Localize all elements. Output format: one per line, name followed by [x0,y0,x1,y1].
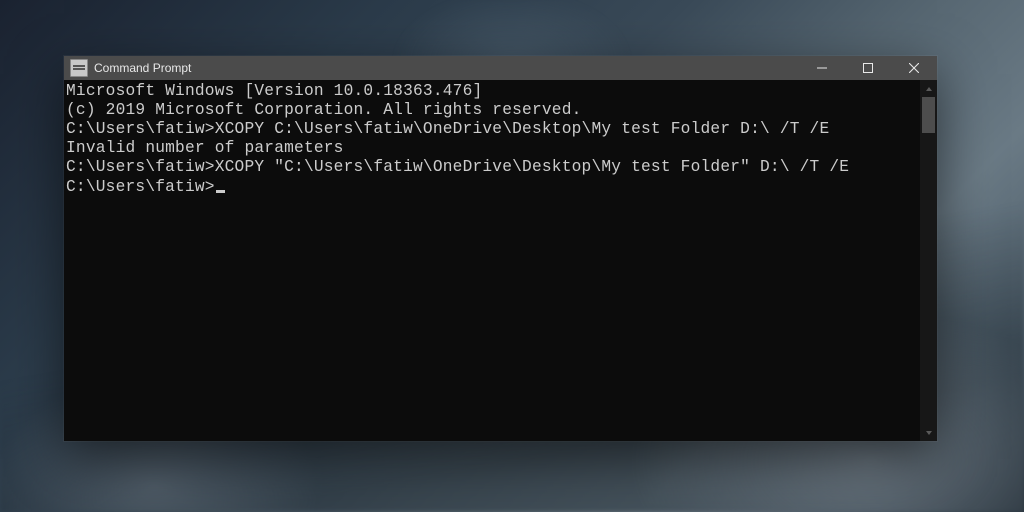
chevron-down-icon [925,429,933,437]
titlebar[interactable]: Command Prompt [64,56,937,80]
command-prompt-window: Command Prompt Microsoft Windows [Versio… [64,56,937,441]
terminal-line: C:\Users\fatiw> [66,178,916,197]
close-button[interactable] [891,56,937,80]
minimize-button[interactable] [799,56,845,80]
close-icon [909,63,919,73]
chevron-up-icon [925,85,933,93]
terminal-line: (c) 2019 Microsoft Corporation. All righ… [66,101,916,120]
scroll-thumb[interactable] [922,97,935,133]
minimize-icon [817,63,827,73]
terminal-line: Invalid number of parameters [66,139,916,158]
terminal-line: Microsoft Windows [Version 10.0.18363.47… [66,82,916,101]
scroll-up-button[interactable] [920,80,937,97]
window-title: Command Prompt [94,61,191,75]
cursor [216,190,225,193]
scroll-down-button[interactable] [920,424,937,441]
vertical-scrollbar[interactable] [920,80,937,441]
terminal-line: C:\Users\fatiw>XCOPY C:\Users\fatiw\OneD… [66,120,916,139]
terminal-line: C:\Users\fatiw>XCOPY "C:\Users\fatiw\One… [66,158,916,177]
terminal-output[interactable]: Microsoft Windows [Version 10.0.18363.47… [64,80,920,441]
maximize-icon [863,63,873,73]
client-area: Microsoft Windows [Version 10.0.18363.47… [64,80,937,441]
maximize-button[interactable] [845,56,891,80]
cmd-icon [70,59,88,77]
